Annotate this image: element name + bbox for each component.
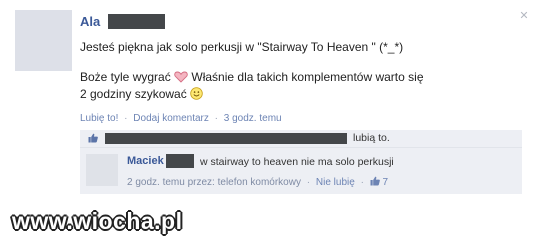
- meta-separator: ·: [360, 177, 364, 188]
- author-avatar[interactable]: [15, 10, 72, 71]
- watermark: www.wiocha.pl: [12, 208, 183, 234]
- comment-meta: 2 godz. temu przez: telefon komórkowy · …: [127, 176, 388, 188]
- commenter-avatar[interactable]: [86, 154, 118, 186]
- post-meta: Lubię to! · Dodaj komentarz · 3 godz. te…: [80, 113, 282, 124]
- meta-separator: ·: [124, 113, 128, 124]
- unlike-link[interactable]: Nie lubię: [316, 177, 355, 188]
- thumbs-up-icon[interactable]: [370, 176, 380, 186]
- comment: Maciek w stairway to heaven nie ma solo …: [80, 148, 522, 194]
- add-comment-link[interactable]: Dodaj komentarz: [133, 113, 209, 124]
- author-name[interactable]: Ala: [80, 14, 100, 29]
- likes-summary: lubią to.: [80, 130, 522, 148]
- heart-icon: [174, 71, 188, 83]
- post-text-line1: Jesteś piękna jak solo perkusji w "Stair…: [80, 40, 404, 54]
- facebook-post-screenshot: ✕ Ala Jesteś piękna jak solo perkusji w …: [0, 0, 540, 247]
- post-content: Ala Jesteś piękna jak solo perkusji w "S…: [80, 12, 520, 103]
- author-line: Ala: [80, 12, 520, 30]
- commenter-name[interactable]: Maciek: [127, 155, 164, 167]
- post-time[interactable]: 3 godz. temu: [224, 113, 282, 124]
- like-link[interactable]: Lubię to!: [80, 113, 118, 124]
- comment-like-count[interactable]: 7: [383, 177, 389, 188]
- likes-text: lubią to.: [353, 132, 390, 144]
- post-text-part1: Boże tyle wygrać: [80, 70, 175, 84]
- meta-separator: ·: [306, 177, 311, 188]
- redacted-liker-names: [105, 133, 347, 144]
- comment-time-via: 2 godz. temu przez: telefon komórkowy: [127, 177, 301, 188]
- meta-separator: ·: [214, 113, 218, 124]
- redacted-commenter-surname: [166, 154, 194, 168]
- redacted-surname: [108, 13, 166, 29]
- comment-text: w stairway to heaven nie ma solo perkusj…: [200, 156, 394, 168]
- smile-icon: [190, 87, 203, 100]
- thumbs-up-icon: [88, 133, 98, 143]
- post-text-line2: Boże tyle wygrać Właśnie dla takich komp…: [80, 69, 425, 103]
